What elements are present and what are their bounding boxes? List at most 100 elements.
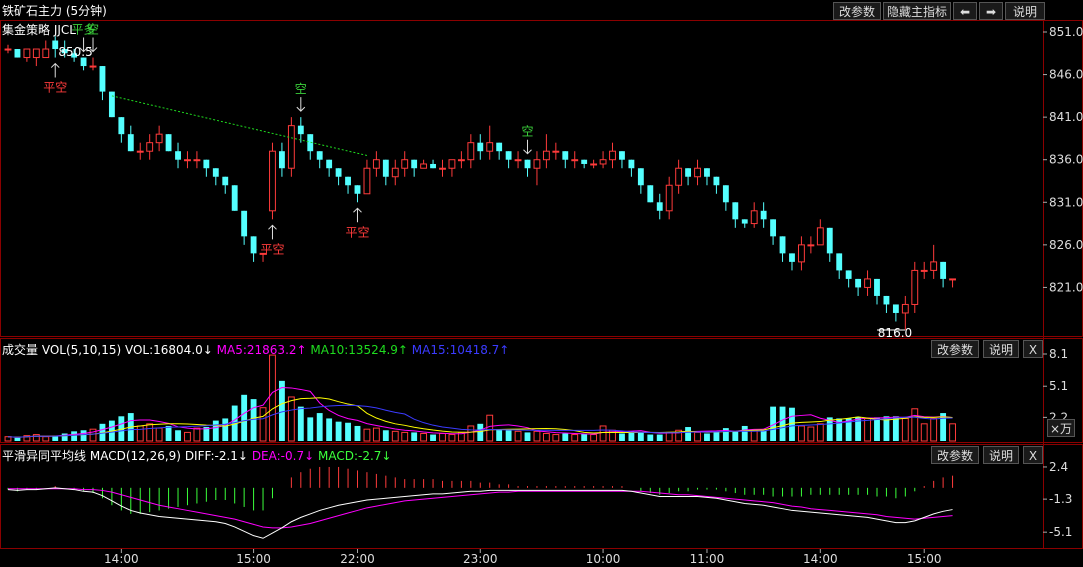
volume-bar [816,423,824,442]
candle-body [316,151,323,160]
candle-body [713,176,720,186]
macd-value: MACD:-2.7↓ [317,449,392,463]
volume-bar [665,431,673,442]
volume-bar [193,427,201,442]
candle-body [222,176,229,186]
vol-close-button[interactable]: X [1023,340,1043,358]
vol-params: VOL(5,10,15) [41,343,122,357]
candle-body [562,151,569,160]
candle-body [901,303,909,314]
candle-body [108,91,115,118]
candle-body [505,151,512,160]
vol-unit-button[interactable]: ×万 [1047,419,1075,437]
volume-bar [524,432,531,441]
vol-axis-label: 8.1 [1049,347,1068,361]
candle-body [722,185,729,203]
candle-body [372,159,380,169]
vol-help-button[interactable]: 说明 [983,340,1019,358]
candle-body [326,159,333,169]
volume-bar [42,436,50,442]
volume-bar [259,407,267,442]
volume-bar [326,418,333,441]
volume-bar [571,434,579,442]
candle-body [99,66,106,92]
candle-body [855,278,862,288]
price-axis-label: 826.0 [1049,238,1083,252]
vol-title: 成交量 VOL(5,10,15) VOL:16804.0↓ MA5:21863.… [2,341,509,358]
candle-body [203,159,210,169]
volume-bar [80,430,87,441]
volume-bar [297,406,304,441]
candle-body [685,168,692,177]
volume-bar [713,431,720,441]
volume-bar [32,434,40,442]
volume-bar [401,431,409,442]
candle-body [165,134,172,152]
volume-bar [590,434,598,442]
volume-bar [411,432,418,441]
candle-body [297,125,304,135]
macd-edit-params-button[interactable]: 改参数 [931,446,979,464]
vol-edit-params-button[interactable]: 改参数 [931,340,979,358]
candle-body [816,227,824,246]
high-price-label: 850.5 [58,45,92,59]
volume-bar [184,431,191,442]
volume-bar [694,431,701,442]
candle-body [779,236,786,254]
candle-body [770,219,777,237]
signal-arrow-up [50,62,60,78]
candle-body [826,227,833,254]
volume-bar [477,423,484,441]
candle-body [571,159,579,162]
macd-axis-label: 2.4 [1049,460,1068,474]
candle-body [892,304,899,313]
volume-bar [439,432,446,442]
candle-body [354,185,361,194]
candle-body [750,210,758,225]
volume-bar [930,417,938,442]
vol-ma10: MA10:13524.9↑ [310,343,408,357]
candle-body [430,163,436,169]
candle-body [467,142,475,161]
volume-bar [175,430,181,441]
candle-body [439,167,446,170]
volume-bar [222,418,229,441]
candle-body [883,295,890,305]
signal-label: 平空 [345,225,369,239]
candle-body [136,150,144,153]
candle-body [940,261,947,279]
time-axis-label: 15:00 [236,552,271,566]
macd-close-button[interactable]: X [1023,446,1043,464]
volume-bar [155,427,163,442]
volume-bar [430,434,436,441]
volume-bar [656,434,663,441]
macd-help-button[interactable]: 说明 [983,446,1019,464]
volume-bar [562,433,569,441]
volume-bar [307,417,314,441]
volume-bar [552,434,560,442]
candle-body [127,134,134,152]
volume-bar [278,380,285,441]
time-axis-label: 11:00 [690,552,725,566]
candle-body [694,167,701,178]
candle-body [949,278,956,281]
candle-body [52,40,59,50]
candle-body [212,168,219,177]
signal-label: 空 [295,82,307,96]
candle-body [637,168,644,186]
price-axis-label: 846.0 [1049,68,1083,82]
candle-body [184,159,191,162]
volume-bar [486,414,494,442]
price-axis-label: 831.0 [1049,195,1083,209]
candle-body [4,48,12,51]
macd-dea: DEA:-0.7↓ [251,449,315,463]
macd-params: MACD(12,26,9) [89,449,181,463]
macd-title: 平滑异同平均线 MACD(12,26,9) DIFF:-2.1↓ DEA:-0.… [2,447,391,464]
candle-body [524,159,531,169]
macd-axis-label: -1.3 [1049,492,1072,506]
candle-body [448,159,456,169]
candle-body [411,159,418,169]
candle-body [335,168,342,177]
candle-body [864,278,871,288]
candle-body [241,210,248,237]
